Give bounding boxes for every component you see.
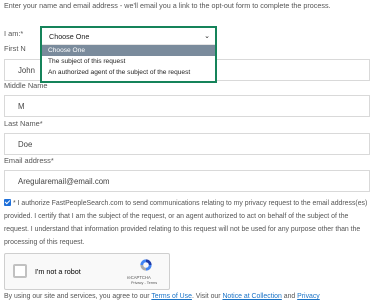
last-name-label: Last Name* xyxy=(4,119,43,128)
last-name-value: Doe xyxy=(18,139,33,149)
i-am-label: I am:* xyxy=(4,29,24,38)
footer-and: and xyxy=(281,293,298,300)
authorization-row: * I authorize FastPeopleSearch.com to se… xyxy=(4,197,372,249)
chevron-down-icon: ⌄ xyxy=(204,33,210,40)
email-label: Email address* xyxy=(4,156,54,165)
intro-text: Enter your name and email address - we'l… xyxy=(4,1,331,10)
privacy-link[interactable]: Privacy xyxy=(297,293,320,300)
middle-name-value: M xyxy=(18,101,25,111)
recaptcha-checkbox[interactable] xyxy=(13,264,27,278)
option-choose-one[interactable]: Choose One xyxy=(42,45,215,56)
recaptcha-widget: I'm not a robot reCAPTCHA Privacy - Term… xyxy=(4,253,170,290)
authorization-text: * I authorize FastPeopleSearch.com to se… xyxy=(4,200,368,246)
footer-middle: . Visit our xyxy=(191,293,223,300)
terms-of-use-link[interactable]: Terms of Use xyxy=(151,293,192,300)
option-authorized-agent[interactable]: An authorized agent of the subject of th… xyxy=(42,67,215,78)
i-am-selected-value: Choose One xyxy=(49,31,90,41)
notice-at-collection-link[interactable]: Notice at Collection xyxy=(222,293,281,300)
authorization-checkbox[interactable] xyxy=(4,199,11,206)
middle-name-field[interactable]: M xyxy=(4,95,370,117)
email-field[interactable]: Aregularemail@email.com xyxy=(4,170,370,192)
last-name-field[interactable]: Doe xyxy=(4,133,370,155)
i-am-select-dropdown[interactable]: Choose One ⌄ Choose One The subject of t… xyxy=(40,26,217,83)
recaptcha-brand: reCAPTCHA xyxy=(127,275,151,280)
recaptcha-logo-icon xyxy=(140,259,152,271)
i-am-select[interactable]: Choose One ⌄ xyxy=(42,28,215,45)
recaptcha-links[interactable]: Privacy - Terms xyxy=(131,281,157,285)
option-subject[interactable]: The subject of this request xyxy=(42,56,215,67)
recaptcha-label: I'm not a robot xyxy=(35,267,81,276)
first-name-label: First N xyxy=(4,44,26,53)
footer-prefix: By using our site and services, you agre… xyxy=(4,293,152,300)
first-name-value: John xyxy=(18,65,35,75)
email-value: Aregularemail@email.com xyxy=(18,176,110,186)
footer-text: By using our site and services, you agre… xyxy=(4,293,320,300)
